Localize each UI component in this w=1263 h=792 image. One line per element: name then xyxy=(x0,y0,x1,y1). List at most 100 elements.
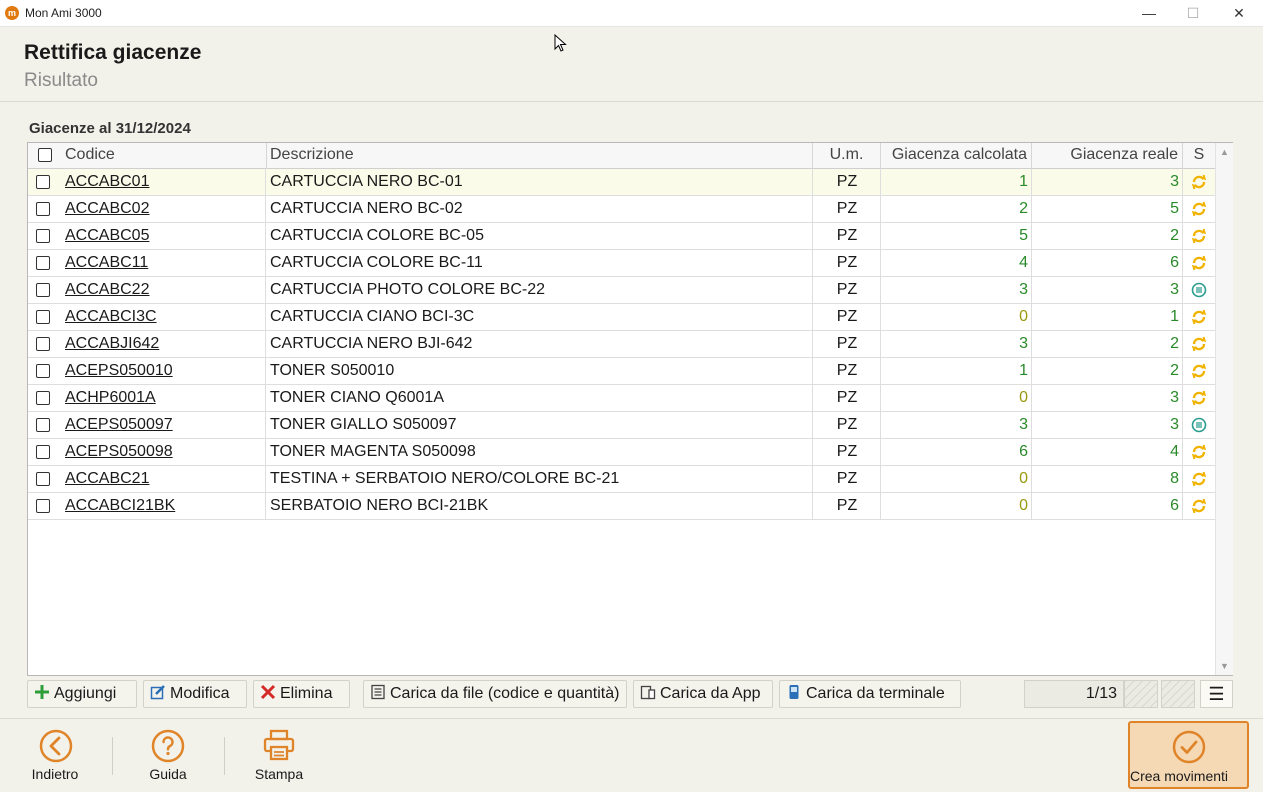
maximize-button[interactable]: ☐ xyxy=(1170,0,1216,27)
table-row[interactable]: ACHP6001A TONER CIANO Q6001A PZ 0 3 xyxy=(28,385,1215,412)
row-checkbox[interactable] xyxy=(36,391,50,405)
item-code-link[interactable]: ACCABJI642 xyxy=(65,331,265,357)
table-row[interactable]: ACEPS050010 TONER S050010 PZ 1 2 xyxy=(28,358,1215,385)
item-code-link[interactable]: ACCABC05 xyxy=(65,223,265,249)
column-header-real[interactable]: Giacenza reale xyxy=(1032,143,1183,169)
table-row[interactable]: ACCABC21 TESTINA + SERBATOIO NERO/COLORE … xyxy=(28,466,1215,493)
item-code-link[interactable]: ACCABC21 xyxy=(65,466,265,492)
calculated-stock[interactable]: 0 xyxy=(881,304,1032,330)
row-checkbox[interactable] xyxy=(36,175,50,189)
load-file-button[interactable]: Carica da file (codice e quantità) xyxy=(363,680,627,708)
back-arrow-icon xyxy=(39,729,73,763)
calculated-stock[interactable]: 5 xyxy=(881,223,1032,249)
row-checkbox[interactable] xyxy=(36,418,50,432)
help-button[interactable]: Guida xyxy=(128,719,208,792)
real-stock[interactable]: 3 xyxy=(1032,412,1183,438)
table-row[interactable]: ACCABC05 CARTUCCIA COLORE BC-05 PZ 5 2 xyxy=(28,223,1215,250)
column-header-status[interactable]: S xyxy=(1183,143,1215,169)
table-row[interactable]: ACEPS050097 TONER GIALLO S050097 PZ 3 3 xyxy=(28,412,1215,439)
previous-page-button[interactable] xyxy=(1124,680,1158,708)
column-divider xyxy=(880,277,881,303)
calculated-stock[interactable]: 0 xyxy=(881,493,1032,519)
item-code-link[interactable]: ACCABC01 xyxy=(65,169,265,195)
row-checkbox[interactable] xyxy=(36,472,50,486)
item-code-link[interactable]: ACEPS050098 xyxy=(65,439,265,465)
table-row[interactable]: ACCABC11 CARTUCCIA COLORE BC-11 PZ 4 6 xyxy=(28,250,1215,277)
create-movements-button[interactable]: Crea movimenti xyxy=(1128,721,1249,789)
calculated-stock[interactable]: 0 xyxy=(881,466,1032,492)
row-checkbox[interactable] xyxy=(36,283,50,297)
row-checkbox[interactable] xyxy=(36,256,50,270)
calculated-stock[interactable]: 1 xyxy=(881,169,1032,195)
row-checkbox[interactable] xyxy=(36,499,50,513)
row-checkbox[interactable] xyxy=(36,337,50,351)
calculated-stock[interactable]: 3 xyxy=(881,331,1032,357)
real-stock[interactable]: 6 xyxy=(1032,493,1183,519)
calculated-stock[interactable]: 2 xyxy=(881,196,1032,222)
load-terminal-button[interactable]: Carica da terminale xyxy=(779,680,961,708)
table-row[interactable]: ACCABC22 CARTUCCIA PHOTO COLORE BC-22 PZ 3 3 xyxy=(28,277,1215,304)
menu-icon[interactable]: ☰ xyxy=(1200,680,1233,708)
close-button[interactable]: ✕ xyxy=(1216,0,1262,27)
calculated-stock[interactable]: 3 xyxy=(881,412,1032,438)
row-checkbox[interactable] xyxy=(36,364,50,378)
minimize-button[interactable]: — xyxy=(1126,0,1172,27)
real-stock[interactable]: 8 xyxy=(1032,466,1183,492)
print-button[interactable]: Stampa xyxy=(240,719,318,792)
calculated-stock[interactable]: 0 xyxy=(881,385,1032,411)
item-code-link[interactable]: ACCABC22 xyxy=(65,277,265,303)
table-row[interactable]: ACCABCI3C CARTUCCIA CIANO BCI-3C PZ 0 1 xyxy=(28,304,1215,331)
column-header-um[interactable]: U.m. xyxy=(813,143,881,169)
edit-button[interactable]: Modifica xyxy=(143,680,247,708)
row-checkbox[interactable] xyxy=(36,310,50,324)
back-button[interactable]: Indietro xyxy=(14,719,96,792)
scroll-up-icon[interactable]: ▲ xyxy=(1220,147,1229,157)
item-code-link[interactable]: ACHP6001A xyxy=(65,385,265,411)
item-code-link[interactable]: ACCABC02 xyxy=(65,196,265,222)
page-header: Rettifica giacenze Risultato xyxy=(0,27,1263,102)
column-divider xyxy=(1031,277,1032,303)
vertical-scrollbar[interactable]: ▲ ▼ xyxy=(1215,143,1233,675)
column-header-calc[interactable]: Giacenza calcolata xyxy=(881,143,1032,169)
delete-button[interactable]: Elimina xyxy=(253,680,350,708)
column-header-description[interactable]: Descrizione xyxy=(266,143,813,169)
item-code-link[interactable]: ACCABCI21BK xyxy=(65,493,265,519)
row-checkbox[interactable] xyxy=(36,229,50,243)
table-row[interactable]: ACCABC02 CARTUCCIA NERO BC-02 PZ 2 5 xyxy=(28,196,1215,223)
column-divider xyxy=(1182,223,1183,249)
table-row[interactable]: ACEPS050098 TONER MAGENTA S050098 PZ 6 4 xyxy=(28,439,1215,466)
item-code-link[interactable]: ACCABC11 xyxy=(65,250,265,276)
item-code-link[interactable]: ACCABCI3C xyxy=(65,304,265,330)
table-row[interactable]: ACCABCI21BK SERBATOIO NERO BCI-21BK PZ 0 6 xyxy=(28,493,1215,520)
table-row[interactable]: ACCABJI642 CARTUCCIA NERO BJI-642 PZ 3 2 xyxy=(28,331,1215,358)
real-stock[interactable]: 2 xyxy=(1032,358,1183,384)
column-header-code[interactable]: Codice xyxy=(61,143,267,169)
item-code-link[interactable]: ACEPS050097 xyxy=(65,412,265,438)
real-stock[interactable]: 3 xyxy=(1032,385,1183,411)
table-row[interactable]: ACCABC01 CARTUCCIA NERO BC-01 PZ 1 3 xyxy=(28,169,1215,196)
column-divider xyxy=(1031,196,1032,222)
real-stock[interactable]: 5 xyxy=(1032,196,1183,222)
calculated-stock[interactable]: 6 xyxy=(881,439,1032,465)
load-app-button[interactable]: Carica da App xyxy=(633,680,773,708)
real-stock[interactable]: 2 xyxy=(1032,223,1183,249)
row-checkbox[interactable] xyxy=(36,202,50,216)
real-stock[interactable]: 6 xyxy=(1032,250,1183,276)
calculated-stock[interactable]: 4 xyxy=(881,250,1032,276)
next-page-button[interactable] xyxy=(1161,680,1195,708)
select-all-checkbox[interactable] xyxy=(38,148,52,162)
column-divider xyxy=(880,331,881,357)
calculated-stock[interactable]: 1 xyxy=(881,358,1032,384)
item-description: TONER CIANO Q6001A xyxy=(270,389,444,406)
real-stock[interactable]: 3 xyxy=(1032,277,1183,303)
scroll-down-icon[interactable]: ▼ xyxy=(1220,661,1229,671)
row-checkbox[interactable] xyxy=(36,445,50,459)
real-stock[interactable]: 2 xyxy=(1032,331,1183,357)
column-divider xyxy=(1031,223,1032,249)
real-stock[interactable]: 1 xyxy=(1032,304,1183,330)
real-stock[interactable]: 4 xyxy=(1032,439,1183,465)
add-button[interactable]: Aggiungi xyxy=(27,680,137,708)
real-stock[interactable]: 3 xyxy=(1032,169,1183,195)
item-code-link[interactable]: ACEPS050010 xyxy=(65,358,265,384)
calculated-stock[interactable]: 3 xyxy=(881,277,1032,303)
